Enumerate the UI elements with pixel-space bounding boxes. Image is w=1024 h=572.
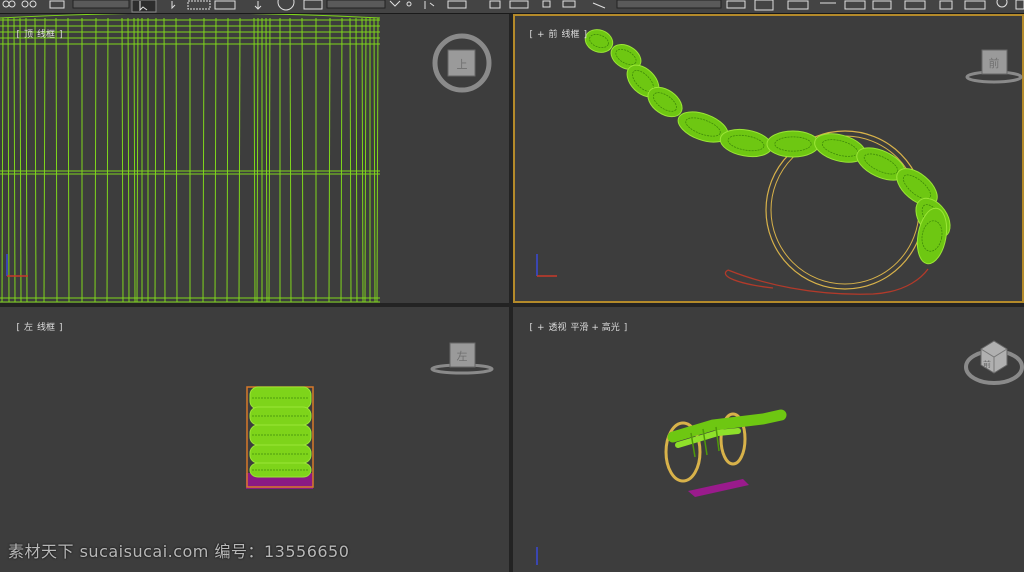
- viewport-perspective-label[interactable]: [+ 透视 平滑 + 高光]: [518, 310, 631, 343]
- scale-icon[interactable]: [303, 0, 323, 10]
- chair-cushions-front: [584, 29, 951, 265]
- view-cube-front-face: 前: [989, 56, 1000, 70]
- view-cube-left-face: 左: [457, 350, 468, 363]
- view-cube-perspective[interactable]: 前: [964, 340, 1024, 385]
- curve-editor-icon[interactable]: [726, 0, 746, 9]
- view-cube-front[interactable]: 前: [965, 49, 1023, 84]
- view-cube-top-face: 上: [457, 58, 468, 71]
- link-icon[interactable]: [2, 0, 16, 8]
- render-icon[interactable]: [996, 0, 1024, 10]
- bind-icon[interactable]: [49, 0, 65, 9]
- watermark: 素材天下 sucaisucai.com 编号：13556650: [8, 542, 350, 561]
- schematic-icon[interactable]: [754, 0, 809, 11]
- perspective-canvas: 前: [536, 340, 1024, 565]
- chair-wireframe-top: [0, 14, 381, 303]
- front-wireframe-canvas: 前: [536, 29, 1023, 295]
- main-toolbar: [0, 0, 1024, 14]
- move-icon[interactable]: [254, 1, 262, 10]
- mirror-icon[interactable]: [424, 0, 467, 9]
- unlink-icon[interactable]: [21, 0, 37, 8]
- view-cube-left[interactable]: 左: [430, 342, 494, 375]
- selection-filter-dropdown[interactable]: [72, 0, 130, 9]
- select-region-icon[interactable]: [171, 0, 211, 10]
- material-editor-icon[interactable]: [820, 0, 892, 10]
- viewport-left-label[interactable]: [左线框]: [5, 310, 67, 343]
- viewport-front-label[interactable]: [+ 前线框]: [518, 17, 591, 50]
- ref-coord-dropdown[interactable]: [326, 0, 386, 9]
- view-cube-perspective-face: 前: [983, 359, 991, 369]
- layer-icon[interactable]: [542, 0, 606, 9]
- toolbar-icons: [2, 0, 1024, 13]
- render-setup-icon[interactable]: [904, 0, 926, 10]
- viewport-top-label[interactable]: [顶线框]: [5, 17, 67, 50]
- view-cube-top[interactable]: 上: [432, 33, 492, 93]
- select-icon[interactable]: [131, 0, 157, 13]
- snap-icon[interactable]: [389, 0, 412, 7]
- align-icon[interactable]: [489, 0, 529, 9]
- rotate-icon[interactable]: [277, 0, 295, 11]
- render-frame-icon[interactable]: [939, 0, 986, 10]
- left-wireframe-canvas: 左: [246, 342, 494, 489]
- chair-left-view: [246, 386, 314, 489]
- chair-model-perspective: [664, 409, 787, 497]
- viewport-top[interactable]: [顶线框] 上: [0, 14, 509, 303]
- top-wireframe-canvas: 上: [0, 14, 492, 303]
- viewport-front[interactable]: [+ 前线框] 前: [513, 14, 1024, 303]
- viewport-divider-horizontal[interactable]: [0, 303, 1024, 307]
- window-crossing-icon[interactable]: [214, 0, 236, 10]
- viewport-perspective[interactable]: [+ 透视 平滑 + 高光] 前: [513, 307, 1024, 572]
- viewport-divider-vertical[interactable]: [509, 14, 513, 572]
- named-selection-field[interactable]: [616, 0, 722, 9]
- viewport-left[interactable]: [左线框] 左: [0, 307, 509, 572]
